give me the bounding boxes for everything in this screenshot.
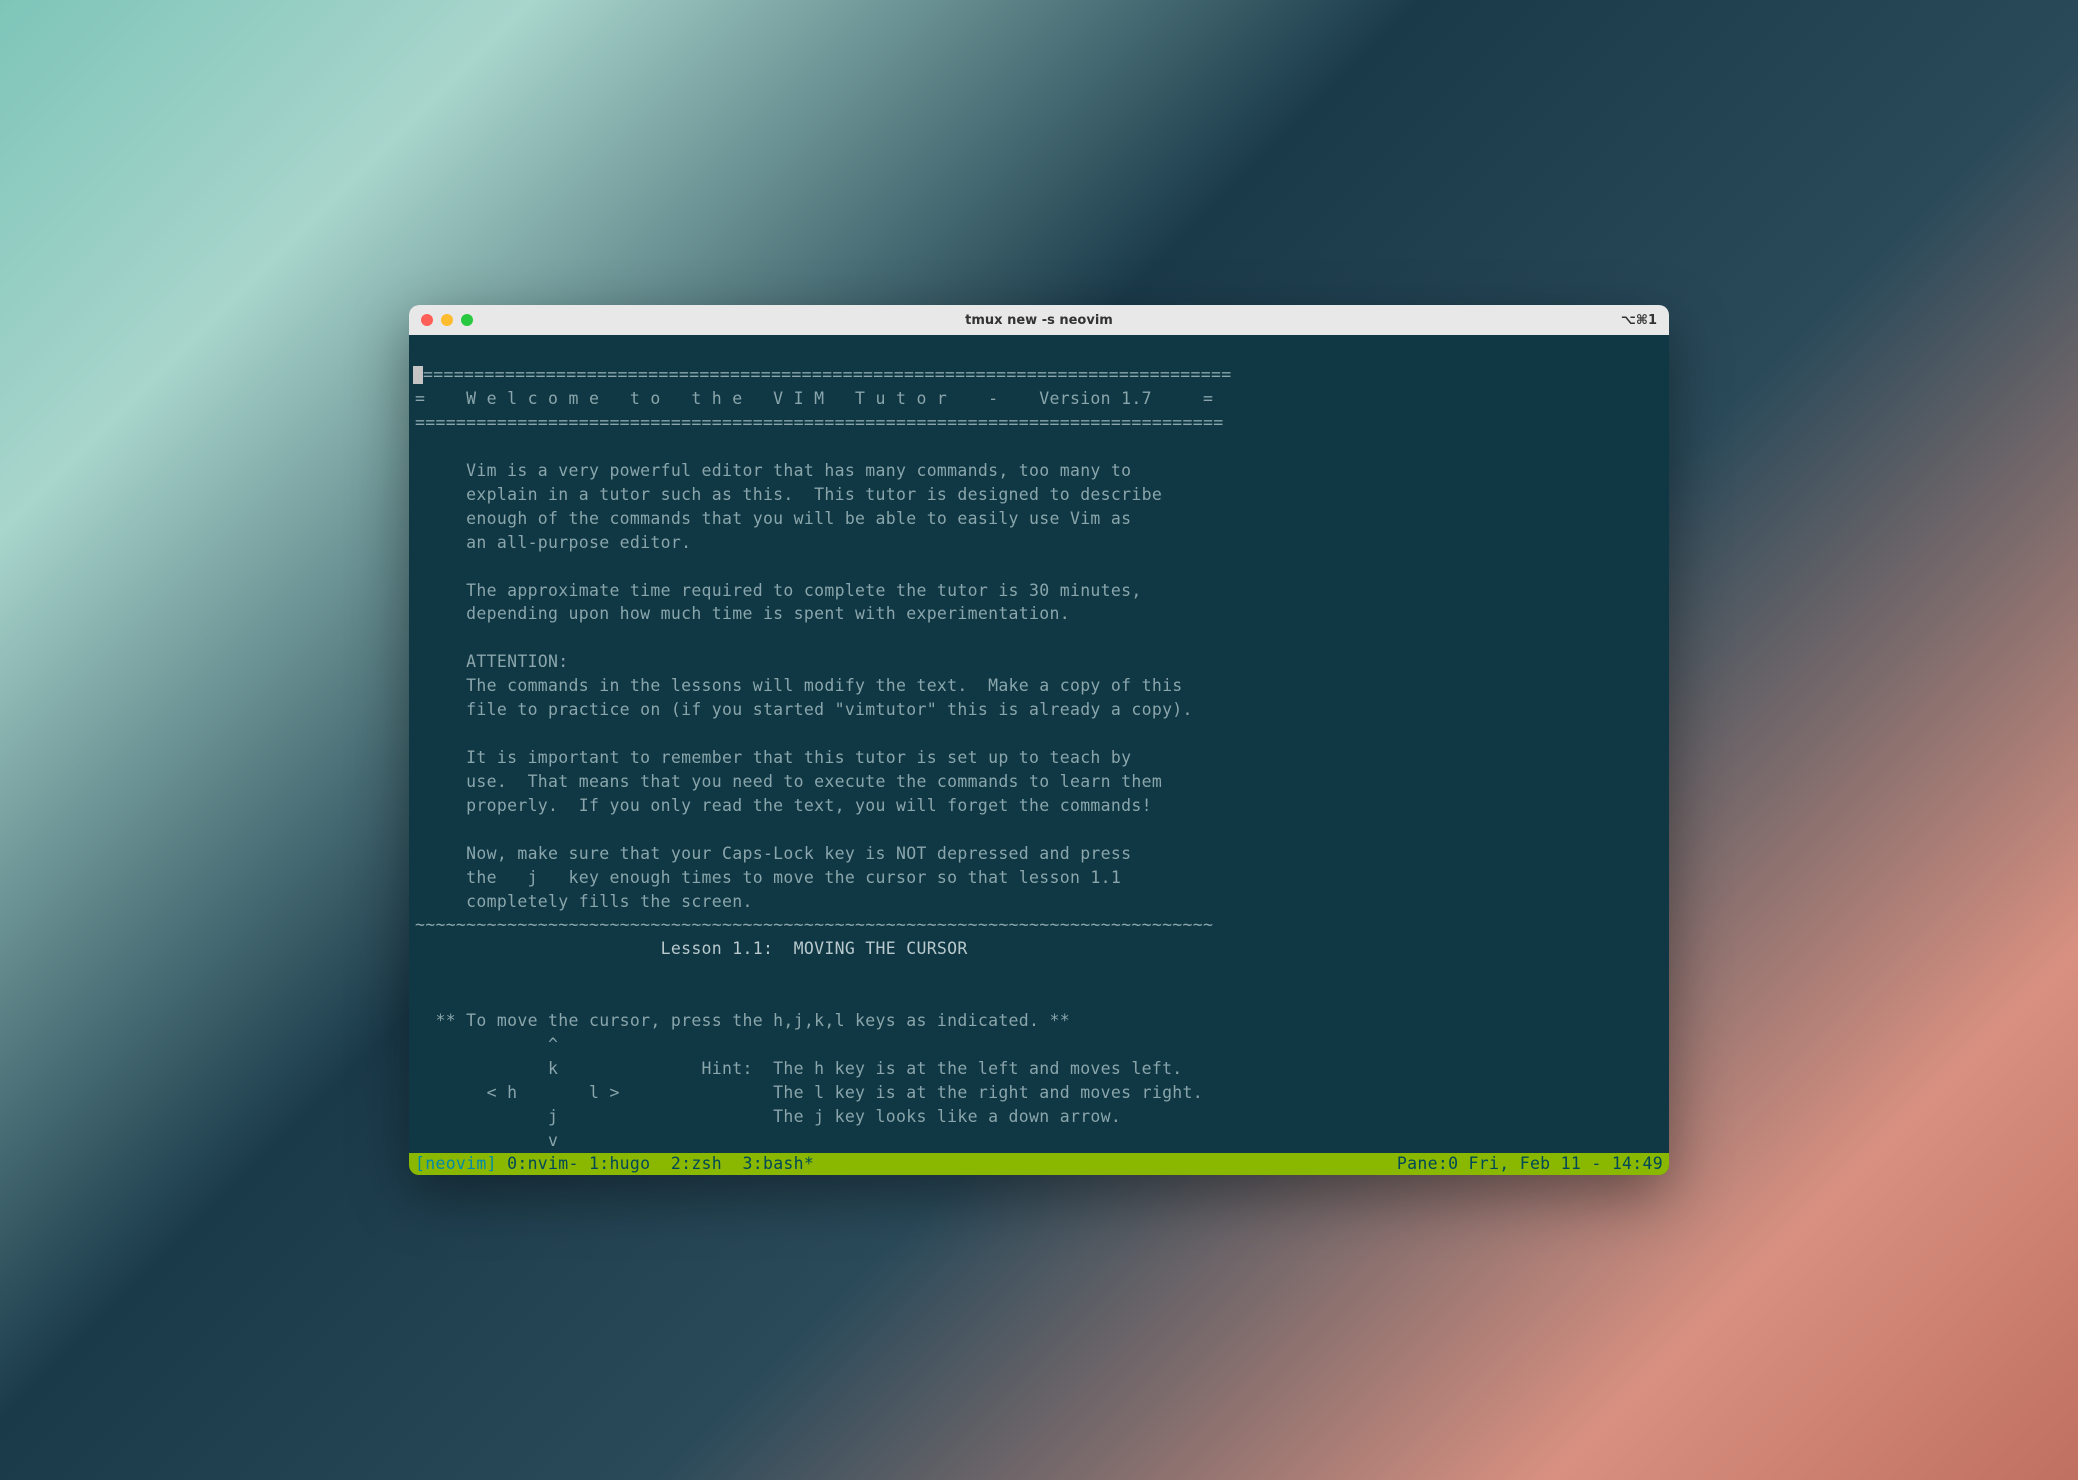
status-left: [neovim] 0:nvim- 1:hugo 2:zsh 3:bash* bbox=[415, 1154, 814, 1173]
diagram-line: ^ bbox=[415, 1035, 558, 1054]
session-name: [neovim] bbox=[415, 1154, 507, 1173]
border-line: ========================================… bbox=[415, 413, 1223, 432]
diagram-line: v bbox=[415, 1131, 558, 1150]
body-text: file to practice on (if you started "vim… bbox=[415, 700, 1193, 719]
hint-title: ** To move the cursor, press the h,j,k,l… bbox=[415, 1011, 1070, 1030]
tmux-window-2[interactable]: 2:zsh bbox=[671, 1154, 743, 1173]
lesson-title: Lesson 1.1: MOVING THE CURSOR bbox=[415, 939, 968, 958]
body-text: use. That means that you need to execute… bbox=[415, 772, 1162, 791]
traffic-lights bbox=[421, 314, 473, 326]
body-text: properly. If you only read the text, you… bbox=[415, 796, 1152, 815]
body-text: It is important to remember that this tu… bbox=[415, 748, 1131, 767]
body-text: the j key enough times to move the curso… bbox=[415, 868, 1121, 887]
header-line: = W e l c o m e t o t h e V I M T u t o … bbox=[415, 389, 1213, 408]
body-text: ATTENTION: bbox=[415, 652, 569, 671]
terminal-window: tmux new -s neovim ⌥⌘1 =================… bbox=[409, 305, 1669, 1174]
diagram-line: k Hint: The h key is at the left and mov… bbox=[415, 1059, 1183, 1078]
window-shortcut: ⌥⌘1 bbox=[1621, 313, 1657, 328]
separator-line: ~~~~~~~~~~~~~~~~~~~~~~~~~~~~~~~~~~~~~~~~… bbox=[415, 915, 1213, 934]
cursor-block bbox=[413, 366, 423, 384]
body-text: Vim is a very powerful editor that has m… bbox=[415, 461, 1131, 480]
tmux-window-3[interactable]: 3:bash* bbox=[743, 1154, 815, 1173]
status-right: Pane:0 Fri, Feb 11 - 14:49 bbox=[1397, 1154, 1663, 1173]
body-text: enough of the commands that you will be … bbox=[415, 509, 1131, 528]
border-line: ========================================… bbox=[423, 365, 1231, 384]
body-text: explain in a tutor such as this. This tu… bbox=[415, 485, 1162, 504]
body-text: depending upon how much time is spent wi… bbox=[415, 604, 1070, 623]
body-text: an all-purpose editor. bbox=[415, 533, 691, 552]
maximize-icon[interactable] bbox=[461, 314, 473, 326]
close-icon[interactable] bbox=[421, 314, 433, 326]
titlebar: tmux new -s neovim ⌥⌘1 bbox=[409, 305, 1669, 335]
body-text: The approximate time required to complet… bbox=[415, 581, 1142, 600]
diagram-line: < h l > The l key is at the right and mo… bbox=[415, 1083, 1203, 1102]
tmux-status-bar: [neovim] 0:nvim- 1:hugo 2:zsh 3:bash* Pa… bbox=[409, 1153, 1669, 1175]
body-text: The commands in the lessons will modify … bbox=[415, 676, 1183, 695]
tmux-window-1[interactable]: 1:hugo bbox=[589, 1154, 671, 1173]
tmux-window-0[interactable]: 0:nvim- bbox=[507, 1154, 589, 1173]
minimize-icon[interactable] bbox=[441, 314, 453, 326]
diagram-line: j The j key looks like a down arrow. bbox=[415, 1107, 1121, 1126]
window-title: tmux new -s neovim bbox=[965, 313, 1113, 328]
terminal-content[interactable]: ========================================… bbox=[409, 335, 1669, 1152]
body-text: completely fills the screen. bbox=[415, 892, 753, 911]
body-text: Now, make sure that your Caps-Lock key i… bbox=[415, 844, 1131, 863]
